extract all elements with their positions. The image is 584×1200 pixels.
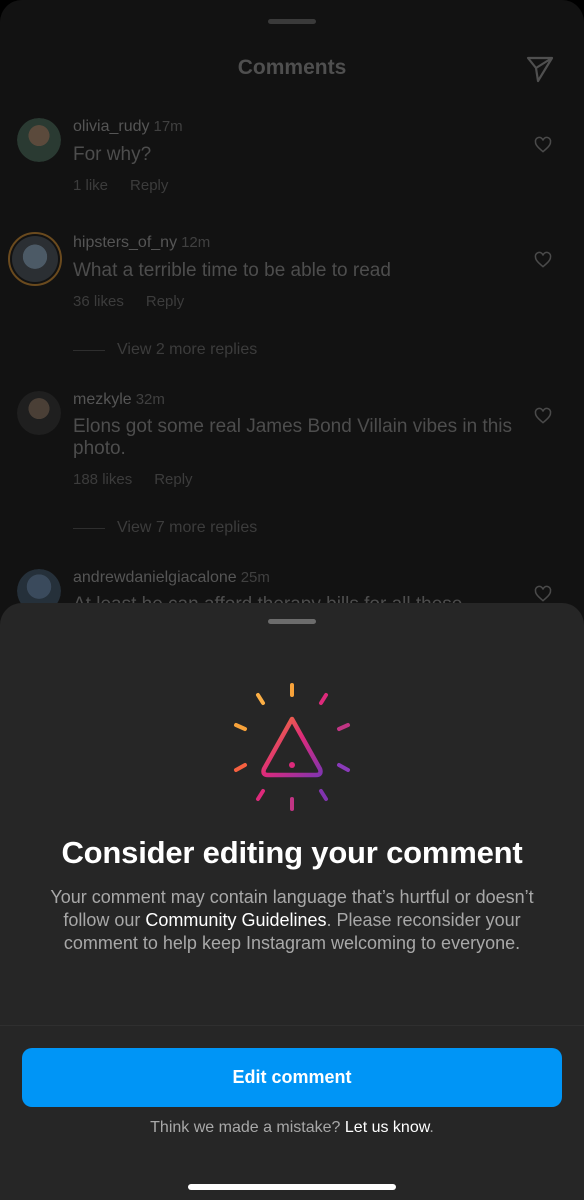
comment-time: 12m [181, 234, 211, 251]
reply-line [73, 527, 105, 529]
reply-button[interactable]: Reply [130, 177, 168, 194]
sheet-drag-handle[interactable] [268, 619, 316, 624]
comment-meta: 188 likes Reply [73, 471, 193, 488]
heart-icon[interactable] [533, 584, 553, 604]
comment-warning-sheet: Consider editing your comment Your comme… [0, 603, 584, 1200]
let-us-know-link[interactable]: Let us know [345, 1119, 430, 1136]
community-guidelines-link[interactable]: Community Guidelines [145, 910, 326, 930]
comment-time: 32m [135, 391, 165, 408]
mistake-feedback: Think we made a mistake? Let us know. [0, 1119, 584, 1137]
home-indicator[interactable] [188, 1184, 396, 1190]
avatar[interactable] [17, 118, 61, 162]
likes-count[interactable]: 1 like [73, 177, 108, 194]
edit-comment-button[interactable]: Edit comment [22, 1048, 562, 1107]
divider [0, 1025, 584, 1026]
reply-line [73, 349, 105, 351]
comment-meta: 1 like Reply [73, 177, 168, 194]
likes-count[interactable]: 188 likes [73, 471, 132, 488]
drag-handle[interactable] [268, 19, 316, 24]
mistake-end: . [429, 1119, 434, 1136]
comment-text: What a terrible time to be able to read [73, 260, 391, 281]
heart-icon[interactable] [533, 406, 553, 426]
reply-button[interactable]: Reply [146, 293, 184, 310]
warning-triangle-icon [234, 683, 350, 811]
send-icon[interactable] [524, 52, 556, 84]
page-title: Comments [237, 56, 347, 79]
view-more-replies[interactable]: View 7 more replies [73, 519, 257, 537]
reply-button[interactable]: Reply [154, 471, 192, 488]
sheet-description: Your comment may contain language that’s… [40, 886, 544, 955]
view-replies-label: View 7 more replies [117, 519, 258, 536]
avatar[interactable] [17, 391, 61, 435]
view-more-replies[interactable]: View 2 more replies [73, 341, 257, 359]
likes-count[interactable]: 36 likes [73, 293, 124, 310]
comment-text: For why? [73, 144, 152, 165]
heart-icon[interactable] [533, 250, 553, 270]
comment-username[interactable]: mezkyle 32m [73, 391, 165, 409]
view-replies-label: View 2 more replies [117, 341, 258, 358]
heart-icon[interactable] [533, 135, 553, 155]
comment-username[interactable]: olivia_rudy 17m [73, 118, 183, 136]
comment-text: Elons got some real James Bond Villain v… [73, 416, 512, 459]
comment-username[interactable]: andrewdanielgiacalone 25m [73, 569, 270, 587]
comment-time: 17m [153, 118, 183, 135]
comment-time: 25m [240, 569, 270, 586]
avatar[interactable] [8, 232, 62, 286]
comment-username[interactable]: hipsters_of_ny 12m [73, 234, 210, 252]
mistake-text: Think we made a mistake? [150, 1119, 345, 1136]
comment-meta: 36 likes Reply [73, 293, 184, 310]
sheet-title: Consider editing your comment [61, 835, 523, 870]
